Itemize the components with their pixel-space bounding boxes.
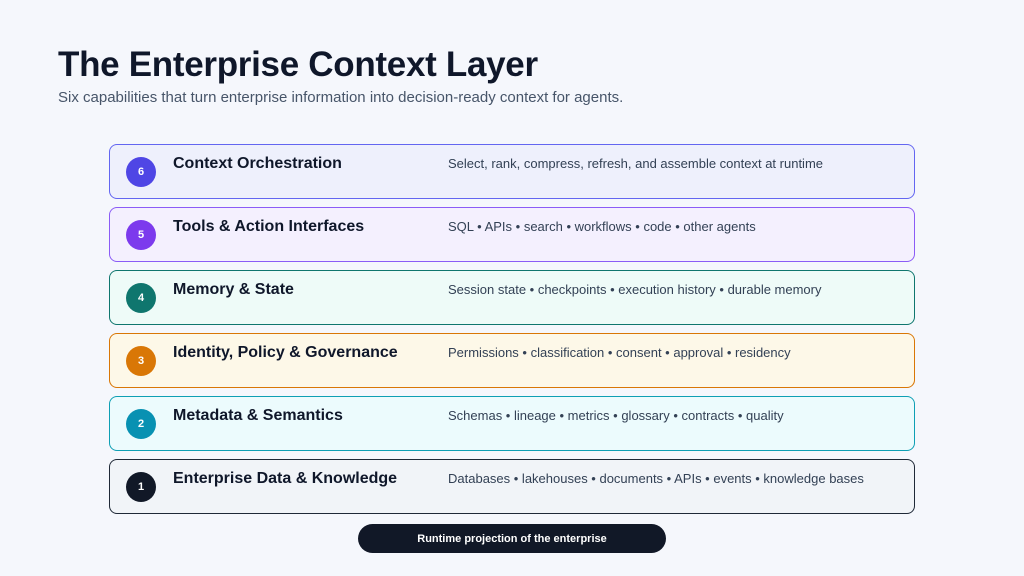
layer-description: Permissions • classification • consent •… bbox=[448, 345, 791, 360]
layer-description: Schemas • lineage • metrics • glossary •… bbox=[448, 408, 784, 423]
layer-name: Context Orchestration bbox=[173, 155, 342, 172]
layer-row: 1 Enterprise Data & Knowledge Databases … bbox=[109, 459, 915, 514]
layer-name: Identity, Policy & Governance bbox=[173, 344, 398, 361]
layer-description: Session state • checkpoints • execution … bbox=[448, 282, 822, 297]
layer-number-badge: 5 bbox=[126, 220, 156, 250]
page-subtitle: Six capabilities that turn enterprise in… bbox=[58, 89, 624, 106]
layer-name: Memory & State bbox=[173, 281, 294, 298]
layer-number-badge: 4 bbox=[126, 283, 156, 313]
layer-stack: 6 Context Orchestration Select, rank, co… bbox=[109, 144, 915, 522]
layer-row: 5 Tools & Action Interfaces SQL • APIs •… bbox=[109, 207, 915, 262]
layer-number-badge: 2 bbox=[126, 409, 156, 439]
layer-name: Enterprise Data & Knowledge bbox=[173, 470, 398, 487]
layer-number-badge: 1 bbox=[126, 472, 156, 502]
layer-row: 3 Identity, Policy & Governance Permissi… bbox=[109, 333, 915, 388]
layer-row: 4 Memory & State Session state • checkpo… bbox=[109, 270, 915, 325]
layer-description: Select, rank, compress, refresh, and ass… bbox=[448, 156, 824, 171]
layer-name: Metadata & Semantics bbox=[173, 407, 343, 424]
layer-number-badge: 6 bbox=[126, 157, 156, 187]
runtime-projection-pill: Runtime projection of the enterprise bbox=[358, 524, 666, 553]
page-title: The Enterprise Context Layer bbox=[58, 45, 538, 84]
layer-row: 6 Context Orchestration Select, rank, co… bbox=[109, 144, 915, 199]
layer-description: Databases • lakehouses • documents • API… bbox=[448, 471, 864, 486]
layer-row: 2 Metadata & Semantics Schemas • lineage… bbox=[109, 396, 915, 451]
layer-name: Tools & Action Interfaces bbox=[173, 218, 365, 235]
layer-number-badge: 3 bbox=[126, 346, 156, 376]
layer-description: SQL • APIs • search • workflows • code •… bbox=[448, 219, 756, 234]
